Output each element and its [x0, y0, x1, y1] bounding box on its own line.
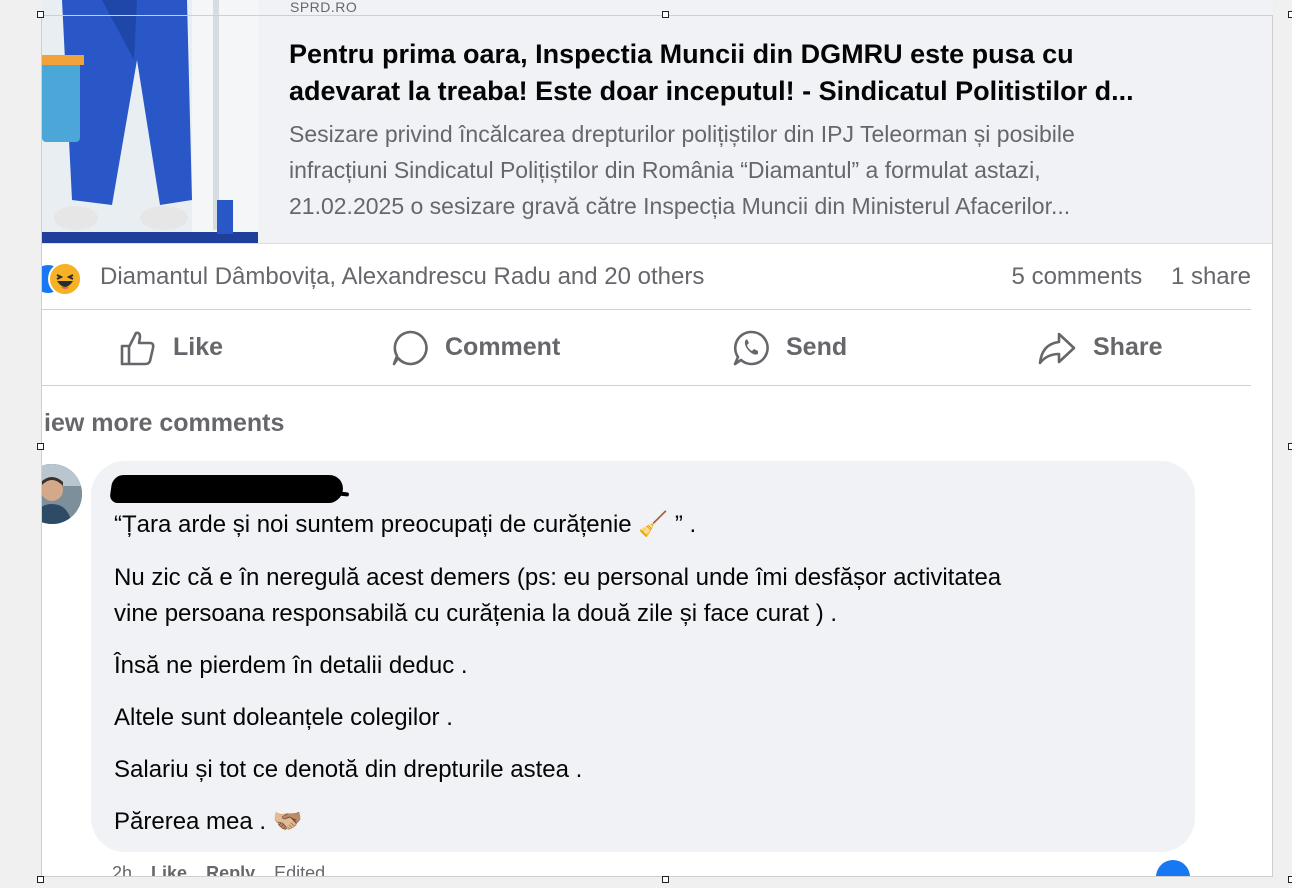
link-title-line: adevarat la treaba! Este doar inceputul!…: [289, 76, 1134, 106]
view-more-comments-link[interactable]: iew more comments: [44, 409, 284, 438]
comment-edited-label[interactable]: Edited: [274, 863, 325, 876]
link-preview-card[interactable]: SPRD.RO Pentru prima oara, Inspectia Mun…: [42, 0, 1273, 244]
comment-timestamp[interactable]: 2h: [112, 863, 132, 876]
comment-text-line: Salariu și tot ce denotă din drepturile …: [114, 756, 583, 783]
comment-reaction-icon[interactable]: [1156, 860, 1190, 876]
shares-count-link[interactable]: 1 share: [1171, 263, 1251, 290]
comment-button[interactable]: Comment: [391, 310, 560, 385]
thumbs-up-icon: [120, 331, 155, 365]
comment-text-line: Nu zic că e în neregulă acest demers (ps…: [114, 564, 1002, 591]
comment-like-link[interactable]: Like: [151, 863, 187, 876]
link-title-line: Pentru prima oara, Inspectia Muncii din …: [289, 39, 1074, 69]
send-label: Send: [786, 333, 848, 361]
comment-text-line: Însă ne pierdem în detalii deduc .: [114, 652, 468, 679]
comment-text-line: vine persoana responsabilă cu curățenia …: [114, 600, 838, 627]
comment-bubble-icon: [392, 330, 428, 365]
resize-handle-right[interactable]: [1288, 443, 1292, 450]
share-label: Share: [1093, 333, 1163, 361]
reaction-icons[interactable]: [42, 262, 92, 296]
link-title[interactable]: Pentru prima oara, Inspectia Muncii din …: [289, 36, 1249, 110]
resize-handle-bottom-left[interactable]: [37, 876, 44, 883]
resize-handle-top-left[interactable]: [37, 11, 44, 18]
haha-reaction-icon: [48, 262, 82, 296]
link-description-line: Sesizare privind încălcarea drepturilor …: [289, 121, 1075, 147]
engagement-counts: 5 comments 1 share: [1012, 263, 1251, 291]
comment-bubble: A “Țara arde și noi suntem preocupați de…: [91, 461, 1195, 852]
send-button[interactable]: Send: [732, 310, 847, 385]
comment-text-line: Altele sunt doleanțele colegilor .: [114, 704, 453, 731]
post-action-bar: Like Comment Send Share: [42, 310, 1251, 386]
reactions-summary: Diamantul Dâmbovița, Alexandrescu Radu a…: [42, 245, 1251, 310]
commenter-avatar[interactable]: [42, 464, 82, 524]
whatsapp-icon: [733, 330, 769, 365]
like-button[interactable]: Like: [119, 310, 223, 385]
comments-count-link[interactable]: 5 comments: [1012, 263, 1143, 290]
reactors-link[interactable]: Diamantul Dâmbovița, Alexandrescu Radu a…: [100, 263, 704, 291]
resize-handle-left[interactable]: [37, 443, 44, 450]
post-canvas: SPRD.RO Pentru prima oara, Inspectia Mun…: [42, 0, 1273, 876]
comment-text-line: Părerea mea . 🫱🏼‍🫲🏽: [114, 808, 303, 835]
share-button[interactable]: Share: [1037, 310, 1162, 385]
resize-handle-top-right[interactable]: [1288, 11, 1292, 18]
like-label: Like: [173, 333, 224, 361]
link-description-line: 21.02.2025 o sesizare gravă către Inspec…: [289, 193, 1071, 219]
comment-label: Comment: [445, 333, 561, 361]
comment-text-line: “Țara arde și noi suntem preocupați de c…: [114, 511, 697, 538]
link-preview-thumbnail: [42, 0, 258, 243]
resize-handle-bottom-right[interactable]: [1288, 876, 1292, 883]
redaction-mark: [109, 475, 345, 503]
comment-reply-link[interactable]: Reply: [206, 863, 255, 876]
link-domain: SPRD.RO: [290, 2, 358, 14]
resize-handle-bottom[interactable]: [662, 876, 669, 883]
share-arrow-icon: [1038, 332, 1076, 364]
link-description: Sesizare privind încălcarea drepturilor …: [289, 116, 1264, 224]
resize-handle-top[interactable]: [662, 11, 669, 18]
link-description-line: infracțiuni Sindicatul Polițiștilor din …: [289, 157, 1041, 183]
comment-meta-row: 2h Like Reply Edited: [112, 862, 325, 876]
